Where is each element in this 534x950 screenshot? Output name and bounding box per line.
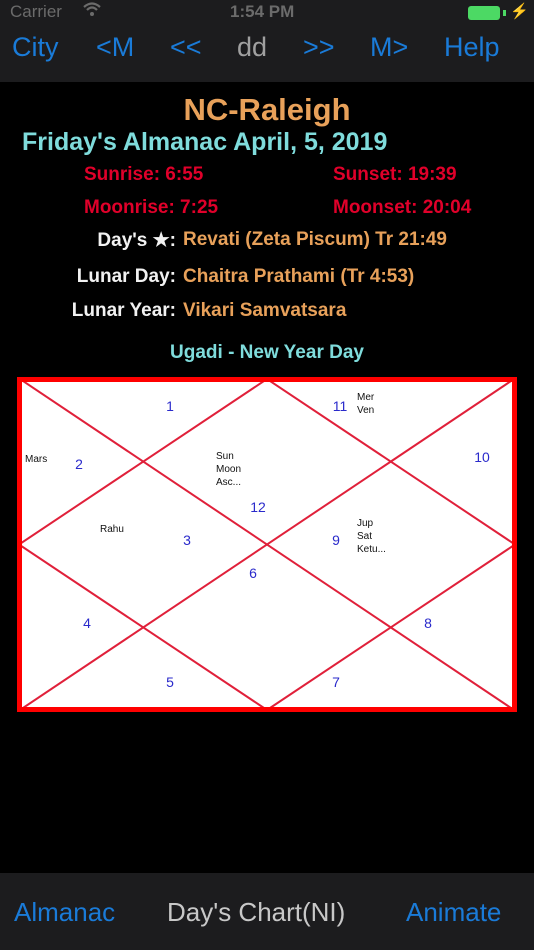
- planet-ven: Ven: [357, 405, 374, 416]
- prev-month-button[interactable]: <M: [96, 32, 134, 63]
- planet-jup: Jup: [357, 518, 374, 529]
- north-indian-chart[interactable]: 1 2 3 4 5 6 7 8 9 10 11 12 Mars Rahu Sun…: [16, 376, 518, 713]
- house-number-6: 6: [249, 565, 257, 581]
- house-number-7: 7: [332, 674, 340, 690]
- next-month-button[interactable]: M>: [370, 32, 408, 63]
- prev-day-button[interactable]: <<: [170, 32, 202, 63]
- moonrise-text: Moonrise: 7:25: [84, 197, 219, 218]
- tab-almanac[interactable]: Almanac: [14, 897, 115, 928]
- day-button[interactable]: dd: [237, 32, 267, 63]
- top-nav-bar: City <M << dd >> M> Help: [0, 24, 534, 82]
- battery-tip: [503, 10, 506, 16]
- house-number-2: 2: [75, 456, 83, 472]
- planet-sat: Sat: [357, 531, 372, 542]
- sunrise-text: Sunrise: 6:55: [84, 164, 204, 185]
- house-number-5: 5: [166, 674, 174, 690]
- lunar-year-value: Vikari Samvatsara: [183, 300, 347, 321]
- planet-rahu: Rahu: [100, 524, 124, 535]
- house-number-9: 9: [332, 532, 340, 548]
- planet-moon: Moon: [216, 464, 241, 475]
- tab-animate[interactable]: Animate: [406, 897, 501, 928]
- bottom-tab-bar: Almanac Day's Chart(NI) Animate: [0, 873, 534, 950]
- tab-days-chart[interactable]: Day's Chart(NI): [167, 897, 345, 928]
- house-number-8: 8: [424, 615, 432, 631]
- wifi-icon: [82, 1, 102, 22]
- planet-mer: Mer: [357, 392, 375, 403]
- carrier-label: Carrier: [10, 2, 62, 21]
- lunar-year-label: Lunar Year:: [71, 300, 176, 321]
- chart-svg: 1 2 3 4 5 6 7 8 9 10 11 12 Mars Rahu Sun…: [16, 376, 518, 713]
- festival-text: Ugadi - New Year Day: [170, 342, 364, 363]
- moonset-text: Moonset: 20:04: [333, 197, 472, 218]
- star-value: Revati (Zeta Piscum) Tr 21:49: [183, 229, 447, 250]
- almanac-title: Friday's Almanac April, 5, 2019: [22, 128, 388, 156]
- house-number-10: 10: [474, 449, 490, 465]
- next-day-button[interactable]: >>: [303, 32, 335, 63]
- charging-icon: ⚡: [510, 3, 529, 20]
- planet-ketu: Ketu...: [357, 544, 386, 555]
- status-bar: Carrier 1:54 PM ⚡: [0, 0, 534, 24]
- house-number-1: 1: [166, 398, 174, 414]
- star-label: Day's ★:: [97, 230, 176, 251]
- house-number-12: 12: [250, 499, 266, 515]
- planet-sun: Sun: [216, 451, 234, 462]
- city-name: NC-Raleigh: [183, 92, 351, 127]
- planet-mars: Mars: [25, 454, 47, 465]
- lunar-day-value: Chaitra Prathami (Tr 4:53): [183, 266, 415, 287]
- house-number-3: 3: [183, 532, 191, 548]
- city-button[interactable]: City: [12, 32, 59, 63]
- house-number-4: 4: [83, 615, 91, 631]
- sunset-text: Sunset: 19:39: [333, 164, 457, 185]
- help-button[interactable]: Help: [444, 32, 500, 63]
- status-time: 1:54 PM: [230, 2, 295, 21]
- house-number-11: 11: [333, 398, 348, 414]
- battery-icon: [468, 6, 500, 20]
- lunar-day-label: Lunar Day:: [76, 266, 176, 287]
- planet-asc: Asc...: [216, 477, 241, 488]
